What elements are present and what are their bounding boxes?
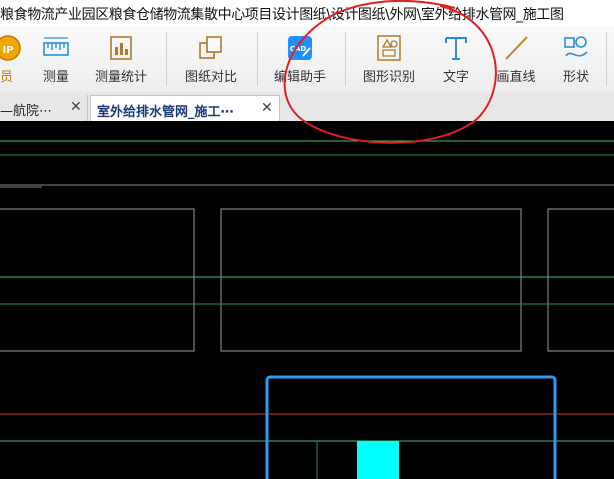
edit-assistant-button[interactable]: CAD 编辑助手	[266, 26, 334, 92]
tab-aviation-institute[interactable]: —航院⋯ ✕	[0, 95, 88, 121]
toolbar-separator	[345, 32, 346, 86]
cad-drawing-canvas[interactable]	[0, 121, 614, 479]
cad-edit-icon: CAD	[288, 36, 312, 60]
svg-text:CAD: CAD	[290, 45, 307, 53]
draw-line-button[interactable]: 画直线	[490, 26, 542, 92]
measure-button[interactable]: 测量	[36, 26, 76, 92]
shape-recognition-icon	[377, 35, 401, 61]
close-icon[interactable]: ✕	[70, 99, 82, 115]
toolbar-separator	[166, 32, 167, 86]
line-icon	[505, 36, 528, 60]
cyan-block	[357, 441, 399, 479]
selection-box	[265, 375, 557, 479]
shape-label: 形状	[562, 70, 589, 85]
window-title: 粮食物流产业园区粮食仓储物流集散中心项目设计图纸\设计图纸\外网\室外给排水管网…	[0, 7, 564, 23]
drawing-compare-label: 图纸对比	[184, 70, 237, 85]
compare-icon	[199, 36, 222, 59]
toolbar-separator	[257, 32, 258, 86]
document-tab-bar: —航院⋯ ✕ 室外给排水管网_施工⋯ ✕	[0, 92, 614, 122]
measure-icon	[43, 37, 69, 56]
vip-button[interactable]: IP 员	[0, 26, 28, 92]
edit-assistant-label: 编辑助手	[273, 70, 326, 85]
text-icon	[445, 37, 467, 60]
shape-recognition-button[interactable]: 图形识别	[354, 26, 424, 92]
drawing-compare-button[interactable]: 图纸对比	[176, 26, 246, 92]
drawing-rectangle	[547, 208, 614, 352]
measure-stats-label: 测量统计	[94, 70, 147, 85]
tab-outdoor-water-pipe[interactable]: 室外给排水管网_施工⋯ ✕	[90, 95, 280, 121]
measure-label: 测量	[42, 70, 69, 85]
vip-icon: IP	[0, 35, 21, 61]
svg-text:IP: IP	[2, 45, 13, 56]
text-button[interactable]: 文字	[434, 26, 478, 92]
cad-drawing	[0, 140, 614, 479]
measure-stats-button[interactable]: 测量统计	[88, 26, 154, 92]
ribbon-toolbar: IP 员 测量 测量统计 图纸对比 CAD 编辑助手 图形识别 文字 画直线 形…	[0, 26, 614, 93]
tab-label: —航院⋯	[0, 104, 53, 119]
shape-recognition-label: 图形识别	[362, 70, 415, 85]
window-title-bar: 粮食物流产业园区粮食仓储物流集散中心项目设计图纸\设计图纸\外网\室外给排水管网…	[0, 0, 614, 26]
shape-icon	[564, 36, 588, 57]
vip-label: 员	[0, 70, 14, 85]
text-label: 文字	[442, 70, 469, 85]
drawing-rectangle	[0, 208, 195, 352]
close-icon[interactable]: ✕	[261, 100, 273, 116]
shape-button[interactable]: 形状	[554, 26, 598, 92]
toolbar-separator	[606, 32, 607, 86]
measure-stats-icon	[110, 36, 132, 60]
tab-label: 室外给排水管网_施工⋯	[97, 105, 234, 120]
draw-line-label: 画直线	[496, 70, 536, 85]
drawing-rectangle	[220, 208, 522, 352]
